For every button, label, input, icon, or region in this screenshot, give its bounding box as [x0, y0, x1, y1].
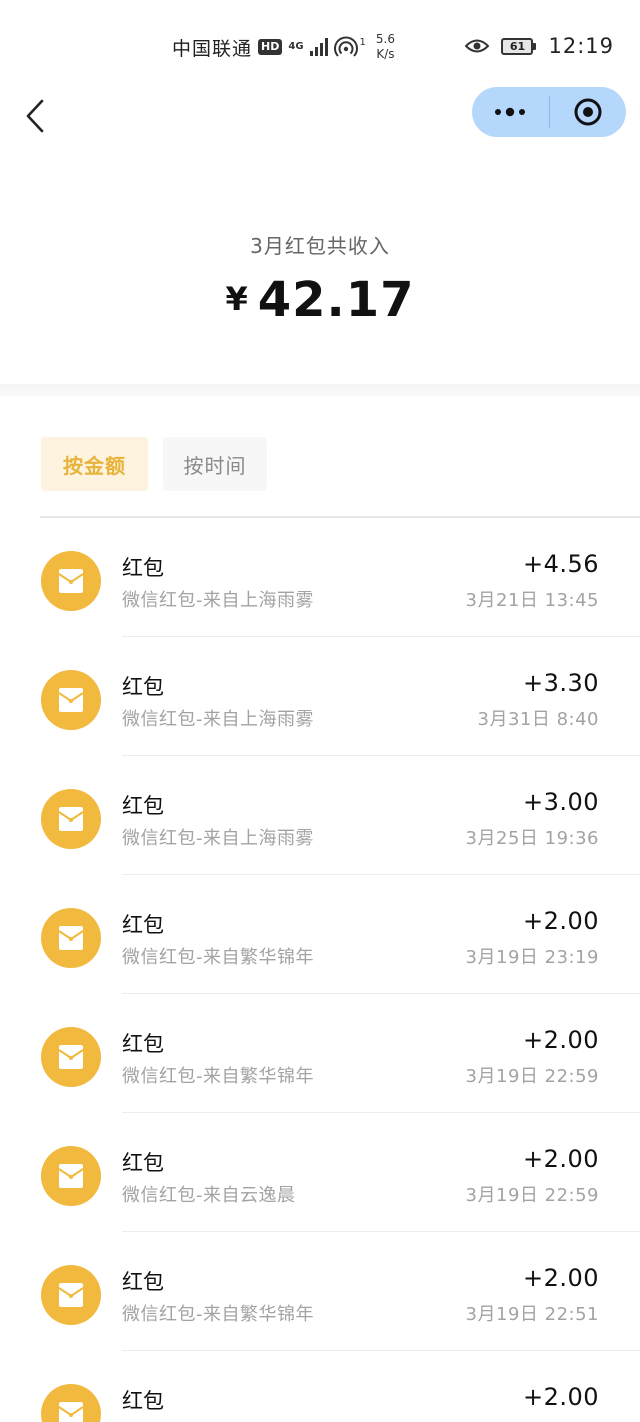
- list-item[interactable]: 红包 微信红包-来自云逸晨 +2.00 3月19日 22:59: [0, 1113, 640, 1232]
- record-source: 微信红包-来自繁华锦年: [122, 947, 314, 968]
- envelope-icon: [58, 807, 84, 831]
- hotspot-icon: [333, 36, 358, 57]
- record-time: 3月19日 23:19: [465, 947, 599, 968]
- list-item[interactable]: 红包 +2.00: [0, 1351, 640, 1422]
- speed-value: 5.6: [375, 32, 395, 46]
- record-source: 微信红包-来自繁华锦年: [122, 1066, 314, 1087]
- record-title: 红包: [122, 675, 164, 699]
- list-item[interactable]: 红包 微信红包-来自上海雨雾 +3.30 3月31日 8:40: [0, 637, 640, 756]
- record-time: 3月19日 22:59: [465, 1185, 599, 1206]
- record-amount: +4.56: [522, 550, 599, 578]
- total-amount: 42.17: [257, 272, 415, 328]
- red-packet-avatar: [41, 551, 101, 611]
- red-packet-avatar: [41, 789, 101, 849]
- list-item[interactable]: 红包 微信红包-来自上海雨雾 +3.00 3月25日 19:36: [0, 756, 640, 875]
- hd-badge: HD: [258, 39, 283, 55]
- network-speed: 5.6 K/s: [376, 32, 395, 62]
- carrier-name: 中国联通: [172, 37, 253, 60]
- mini-program-capsule: [472, 87, 626, 137]
- red-packet-avatar: [41, 1384, 101, 1422]
- record-time: 3月19日 22:59: [465, 1066, 599, 1087]
- status-time: 12:19: [548, 34, 614, 58]
- target-icon: [574, 98, 602, 126]
- status-right: 61 12:19: [465, 34, 614, 58]
- record-amount: +2.00: [522, 1026, 599, 1054]
- record-source: 微信红包-来自上海雨雾: [122, 590, 314, 611]
- record-time: 3月25日 19:36: [465, 828, 599, 849]
- record-title: 红包: [122, 1151, 164, 1175]
- record-title: 红包: [122, 913, 164, 937]
- red-packet-avatar: [41, 1027, 101, 1087]
- record-source: 微信红包-来自上海雨雾: [122, 709, 314, 730]
- record-time: 3月31日 8:40: [477, 709, 599, 730]
- more-button[interactable]: [472, 87, 549, 137]
- record-amount: +2.00: [522, 907, 599, 935]
- record-title: 红包: [122, 1389, 164, 1413]
- record-source: 微信红包-来自上海雨雾: [122, 828, 314, 849]
- envelope-icon: [58, 1402, 84, 1422]
- status-left: 中国联通 HD 4G 1 5.6 K/s: [172, 32, 395, 62]
- record-amount: +2.00: [522, 1383, 599, 1411]
- page: 中国联通 HD 4G 1 5.6 K/s 61 12:19 3月红包共收入 ¥ …: [0, 0, 640, 1422]
- tab-by-time[interactable]: 按时间: [163, 437, 267, 491]
- record-title: 红包: [122, 794, 164, 818]
- list-item[interactable]: 红包 微信红包-来自上海雨雾 +4.56 3月21日 13:45: [0, 518, 640, 637]
- speed-unit: K/s: [376, 47, 395, 61]
- envelope-icon: [58, 688, 84, 712]
- list-item[interactable]: 红包 微信红包-来自繁华锦年 +2.00 3月19日 22:59: [0, 994, 640, 1113]
- envelope-icon: [58, 1164, 84, 1188]
- battery-icon: 61: [501, 37, 537, 55]
- envelope-icon: [58, 926, 84, 950]
- record-title: 红包: [122, 1270, 164, 1294]
- summary-label: 3月红包共收入: [250, 234, 390, 258]
- currency-symbol: ¥: [225, 280, 248, 318]
- record-title: 红包: [122, 556, 164, 580]
- eye-icon: [465, 39, 490, 53]
- summary-amount: ¥42.17: [0, 272, 640, 328]
- list-item[interactable]: 红包 微信红包-来自繁华锦年 +2.00 3月19日 23:19: [0, 875, 640, 994]
- envelope-icon: [58, 1283, 84, 1307]
- tab-by-amount[interactable]: 按金额: [41, 437, 148, 491]
- red-packet-avatar: [41, 1265, 101, 1325]
- record-time: 3月19日 22:51: [465, 1304, 599, 1325]
- record-list: 红包 微信红包-来自上海雨雾 +4.56 3月21日 13:45 红包 微信红包…: [0, 518, 640, 1422]
- signal-icon: [309, 38, 328, 56]
- list-item[interactable]: 红包 微信红包-来自繁华锦年 +2.00 3月19日 22:51: [0, 1232, 640, 1351]
- record-source: 微信红包-来自云逸晨: [122, 1185, 296, 1206]
- envelope-icon: [58, 1045, 84, 1069]
- record-amount: +3.30: [522, 669, 599, 697]
- close-program-button[interactable]: [550, 87, 627, 137]
- record-time: 3月21日 13:45: [465, 590, 599, 611]
- status-bar: 中国联通 HD 4G 1 5.6 K/s 61 12:19: [0, 0, 640, 90]
- section-divider: [0, 384, 640, 396]
- record-amount: +2.00: [522, 1145, 599, 1173]
- red-packet-avatar: [41, 1146, 101, 1206]
- back-button[interactable]: [24, 98, 46, 134]
- more-icon: [495, 107, 526, 117]
- hotspot-count: 1: [359, 36, 366, 48]
- record-amount: +3.00: [522, 788, 599, 816]
- red-packet-avatar: [41, 670, 101, 730]
- network-type: 4G: [288, 41, 304, 52]
- record-title: 红包: [122, 1032, 164, 1056]
- record-amount: +2.00: [522, 1264, 599, 1292]
- battery-level: 61: [501, 37, 534, 55]
- red-packet-avatar: [41, 908, 101, 968]
- envelope-icon: [58, 569, 84, 593]
- record-source: 微信红包-来自繁华锦年: [122, 1304, 314, 1325]
